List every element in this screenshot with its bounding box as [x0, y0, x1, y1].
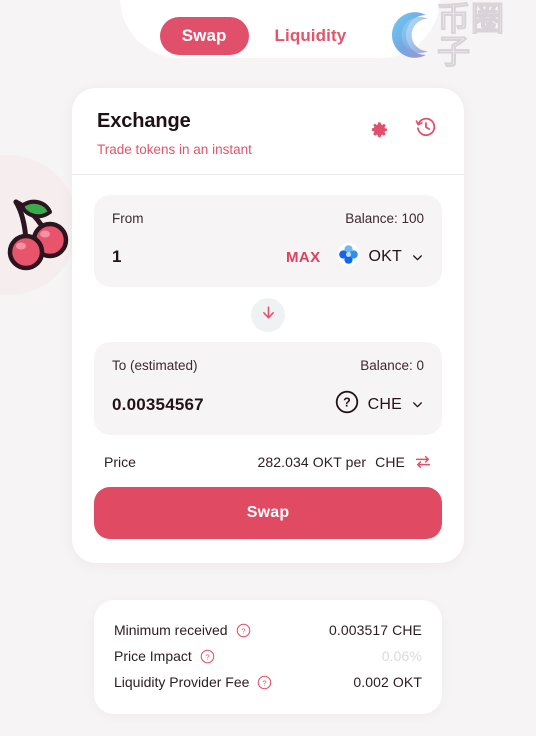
from-amount-input[interactable]: 1	[112, 247, 122, 267]
to-token-selector[interactable]: ? CHE	[335, 390, 424, 419]
detail-label-group: Price Impact ?	[114, 648, 215, 664]
price-row: Price 282.034 OKT per CHE	[94, 435, 442, 487]
chevron-down-icon	[411, 251, 424, 264]
detail-row-minimum-received: Minimum received ? 0.003517 CHE	[114, 622, 422, 638]
from-panel-input-row: 1 MAX OKT	[112, 243, 424, 271]
to-token-label: CHE	[367, 395, 402, 413]
max-button[interactable]: MAX	[286, 249, 321, 266]
svg-text:?: ?	[205, 652, 209, 661]
detail-value: 0.06%	[381, 648, 422, 664]
from-token-selector[interactable]: OKT	[336, 243, 425, 271]
page-title: Exchange	[97, 110, 191, 132]
from-label: From	[112, 211, 144, 226]
to-amount-input[interactable]: 0.00354567	[112, 395, 204, 415]
gear-icon[interactable]	[368, 117, 389, 138]
tab-liquidity-label: Liquidity	[274, 26, 347, 45]
exchange-card-body: From Balance: 100 1 MAX OKT To (estimate…	[72, 175, 464, 563]
from-balance: Balance: 100	[345, 211, 424, 226]
question-token-icon: ?	[335, 390, 359, 419]
question-icon[interactable]: ?	[257, 675, 272, 690]
detail-label: Minimum received	[114, 622, 228, 638]
okt-token-icon	[336, 243, 360, 271]
from-panel-header: From Balance: 100	[112, 211, 424, 226]
detail-row-liquidity-provider-fee: Liquidity Provider Fee ? 0.002 OKT	[114, 674, 422, 690]
tab-swap-label: Swap	[181, 26, 227, 45]
tab-group: Swap Liquidity	[159, 17, 369, 55]
switch-tokens-button[interactable]	[251, 298, 285, 332]
to-panel-header: To (estimated) Balance: 0	[112, 358, 424, 373]
to-panel-controls: ? CHE	[335, 390, 424, 419]
question-icon[interactable]: ?	[200, 649, 215, 664]
tab-swap[interactable]: Swap	[159, 17, 249, 55]
to-balance: Balance: 0	[360, 358, 424, 373]
from-panel-controls: MAX OKT	[286, 243, 424, 271]
history-icon[interactable]	[415, 116, 437, 138]
exchange-card: Exchange Trade tokens in an instant From…	[72, 88, 464, 563]
svg-text:?: ?	[241, 626, 245, 635]
trade-details-card: Minimum received ? 0.003517 CHE Price Im…	[94, 600, 442, 714]
swap-button[interactable]: Swap	[94, 487, 442, 539]
price-label: Price	[104, 454, 136, 470]
swap-arrows-icon[interactable]	[414, 453, 432, 471]
to-label: To (estimated)	[112, 358, 198, 373]
chevron-down-icon	[411, 398, 424, 411]
price-value: 282.034 OKT per	[257, 454, 367, 470]
from-token-label: OKT	[368, 248, 402, 265]
top-navigation: Swap Liquidity	[0, 0, 536, 72]
tab-liquidity[interactable]: Liquidity	[253, 17, 369, 55]
arrow-down-icon	[260, 304, 277, 326]
detail-label-group: Liquidity Provider Fee ?	[114, 674, 272, 690]
svg-text:?: ?	[343, 396, 351, 410]
detail-label-group: Minimum received ?	[114, 622, 251, 638]
to-panel-input-row: 0.00354567 ? CHE	[112, 390, 424, 419]
svg-text:?: ?	[263, 678, 267, 687]
question-icon[interactable]: ?	[236, 623, 251, 638]
exchange-heading-group: Exchange Trade tokens in an instant	[97, 110, 252, 157]
detail-label: Price Impact	[114, 648, 192, 664]
detail-value: 0.003517 CHE	[328, 622, 422, 638]
switch-tokens-row	[94, 298, 442, 332]
price-unit: CHE	[375, 454, 405, 470]
from-panel: From Balance: 100 1 MAX OKT	[94, 195, 442, 287]
detail-label: Liquidity Provider Fee	[114, 674, 250, 690]
detail-row-price-impact: Price Impact ? 0.06%	[114, 648, 422, 664]
page-subtitle: Trade tokens in an instant	[97, 142, 252, 157]
detail-value: 0.002 OKT	[353, 674, 422, 690]
header-actions	[368, 110, 439, 138]
exchange-card-header: Exchange Trade tokens in an instant	[72, 88, 464, 175]
price-value-group: 282.034 OKT per CHE	[257, 453, 432, 471]
to-panel: To (estimated) Balance: 0 0.00354567 ? C…	[94, 342, 442, 435]
